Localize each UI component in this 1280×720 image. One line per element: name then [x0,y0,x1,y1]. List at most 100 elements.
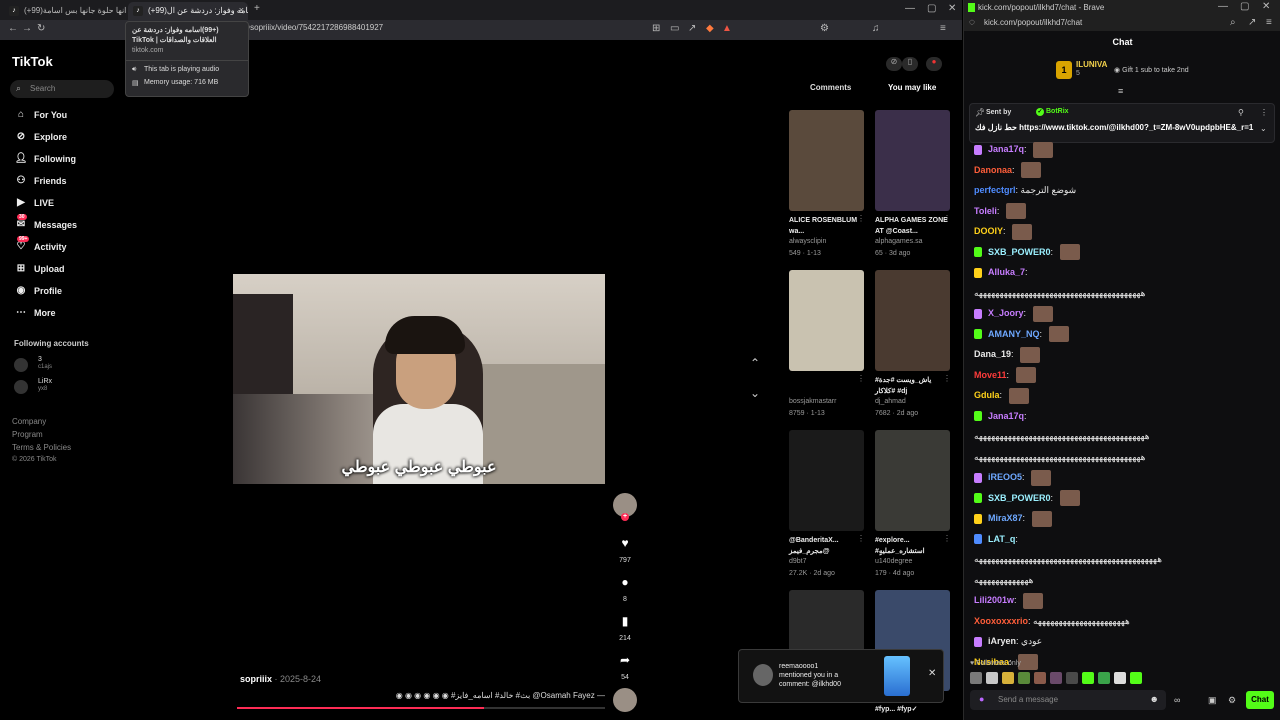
footer-link[interactable]: Program [12,430,43,439]
search-input[interactable]: ⌕ Search [10,80,114,98]
footer-link[interactable]: Terms & Policies [12,443,71,452]
autoscroll-icon[interactable]: ⊘ [886,57,902,71]
recommended-video-thumbnail[interactable] [875,270,950,371]
music-disc[interactable] [613,688,637,712]
emote[interactable] [1018,672,1030,684]
chat-message[interactable]: هههههههههههههههههههههههههههههههههههههههه… [974,449,1145,465]
tab-1[interactable]: ♪ (+99)والله انها حلوة جانها بس اسامة ... [4,2,126,20]
chat-message[interactable]: Move11: [974,367,1036,384]
more-options-icon[interactable]: ⋮ [943,534,951,543]
close-window-icon[interactable]: ✕ [948,3,956,14]
mention-notification[interactable]: reemaoooo1 mentioned you in a comment: @i… [738,649,944,703]
recommended-video-thumbnail[interactable] [789,110,864,211]
points-icon[interactable]: ∞ [1174,695,1180,705]
recommended-video-thumbnail[interactable] [789,270,864,371]
chat-message[interactable]: Jana17q: [974,408,1027,424]
chat-username[interactable]: Move11 [974,370,1007,380]
media-icon[interactable]: ♫ [872,23,880,34]
recommended-video-title[interactable]: ALICE ROSENBLUM wa... [789,215,864,237]
account-item[interactable]: 3 c1ajs [14,356,74,376]
emote[interactable] [1130,672,1142,684]
recommended-video-thumbnail[interactable] [875,110,950,211]
chat-message[interactable]: Jana17q: [974,141,1054,158]
comment-button[interactable]: ● 8 [612,575,638,603]
chevron-down-icon[interactable]: ⌄ [1260,124,1267,133]
video-progress[interactable] [237,707,605,709]
chat-message[interactable]: AMANY_NQ: [974,326,1069,343]
recommended-video-user[interactable]: u140degree [875,558,950,565]
brave-shield-icon[interactable]: ◆ [706,23,714,34]
chat-message[interactable]: Dana_19: [974,346,1041,363]
tab-2[interactable]: ♪ (+99)اسامه وفواز: دردشة عن ال × [128,2,248,20]
chat-username[interactable]: SXB_POWER0 [988,493,1051,503]
like-button[interactable]: ♥ 797 [612,536,638,564]
recommended-video-thumbnail[interactable] [875,430,950,531]
close-window-icon[interactable]: ✕ [1262,1,1270,12]
chat-message[interactable]: هههههههههههههههههههههههههههههههههههههههه… [974,285,1145,301]
chat-username[interactable]: Danonaa [974,165,1012,175]
recommended-video-title[interactable]: #ياش_ويست #جدة #كلاكار #dj [875,375,950,397]
more-options-icon[interactable]: ⋮ [1260,108,1268,117]
chat-username[interactable]: Lili2001w [974,595,1014,605]
chat-message[interactable]: LAT_q: [974,531,1018,547]
recommended-video-thumbnail[interactable] [789,430,864,531]
chat-username[interactable]: iAryen [988,636,1016,646]
chat-message[interactable]: Gdula: [974,387,1029,404]
chat-username[interactable]: AMANY_NQ [988,329,1040,339]
pinned-message[interactable]: 📌︎ Sent by ✓ BotRix ⚲ ⋮ ⌄ حط نازل فك http… [969,103,1275,143]
sidebar-item-messages[interactable]: ✉ 30 Messages [14,214,77,234]
follow-plus-icon[interactable]: + [621,513,629,521]
tab-comments[interactable]: Comments [810,83,851,92]
recommended-video-title[interactable]: #explore... #استشاره_عمليهٍ [875,535,950,557]
chat-username[interactable]: Alluka_7 [988,267,1025,277]
back-icon[interactable]: ← [8,23,18,34]
maximize-icon[interactable]: ▢ [927,3,936,14]
emote[interactable] [1114,672,1126,684]
menu-icon[interactable]: ≡ [1266,17,1272,28]
sidebar-item-for-you[interactable]: ⌂ For You [14,109,67,124]
sidebar-item-live[interactable]: ▶ LIVE [14,197,54,212]
emote[interactable] [970,672,982,684]
chat-message[interactable]: MiraX87: [974,510,1052,527]
video-author[interactable]: sopriiix [240,674,272,684]
emote[interactable] [1050,672,1062,684]
chat-message[interactable]: perfectgrl: شوضع الترجمة [974,182,1076,198]
sidebar-item-upload[interactable]: ⊞ Upload [14,263,65,278]
sidebar-item-explore[interactable]: ⊘ Explore [14,131,67,146]
chat-message[interactable]: هههههههههههههههههههههههههههههههههههههههه… [974,551,1162,567]
more-options-icon[interactable]: ⋮ [943,374,951,383]
cast-icon[interactable]: ▭ [670,23,679,34]
account-item[interactable]: LiRx yx8 [14,378,74,398]
chat-username[interactable]: iREOO5 [988,472,1022,482]
video-player[interactable]: عبوطي عبوطي عبوطي [233,274,605,484]
chat-message[interactable]: هههههههههههههه [974,572,1033,588]
chat-message[interactable]: Danonaa: [974,162,1042,179]
gift-prompt[interactable]: ◉ Gift 1 sub to take 2nd [1114,66,1189,74]
close-icon[interactable]: ✕ [928,668,936,679]
zoom-icon[interactable]: ⌕ [1230,17,1236,28]
tiktok-logo[interactable]: TikTok [12,54,53,69]
recommended-video-user[interactable]: d9bt7 [789,558,864,565]
chat-message[interactable]: Toleli: [974,203,1026,220]
emote[interactable] [1066,672,1078,684]
more-options-icon[interactable]: ⋮ [943,214,951,223]
share-icon[interactable]: ↗ [1248,17,1256,28]
recommended-video-user[interactable]: alphagames.sa [875,238,950,245]
chevron-down-icon[interactable]: ⌄ [750,386,760,400]
sidebar-item-friends[interactable]: ⚇ Friends [14,175,67,190]
chat-username[interactable]: MiraX87 [988,513,1023,523]
chat-message[interactable]: iAryen: عودي [974,633,1042,649]
emote[interactable] [1034,672,1046,684]
chat-message[interactable]: هههههههههههههههههههههههههههههههههههههههه… [974,428,1150,444]
emote[interactable] [1002,672,1014,684]
forward-icon[interactable]: → [22,23,32,34]
chat-input[interactable]: ● Send a message ☻ [970,690,1166,710]
send-chat-button[interactable]: Chat [1246,691,1274,709]
creator-avatar[interactable]: + [613,493,637,521]
recommended-video-user[interactable]: bossjakmastarr [789,398,864,405]
reader-icon[interactable]: ⊞ [652,23,660,34]
close-panel-icon[interactable]: ● [926,57,942,71]
chat-username[interactable]: SXB_POWER0 [988,247,1051,257]
recommended-video-title[interactable]: ALPHA GAMES ZONE AT @Coast... [875,215,950,237]
extensions-icon[interactable]: ⚙ [820,23,829,34]
